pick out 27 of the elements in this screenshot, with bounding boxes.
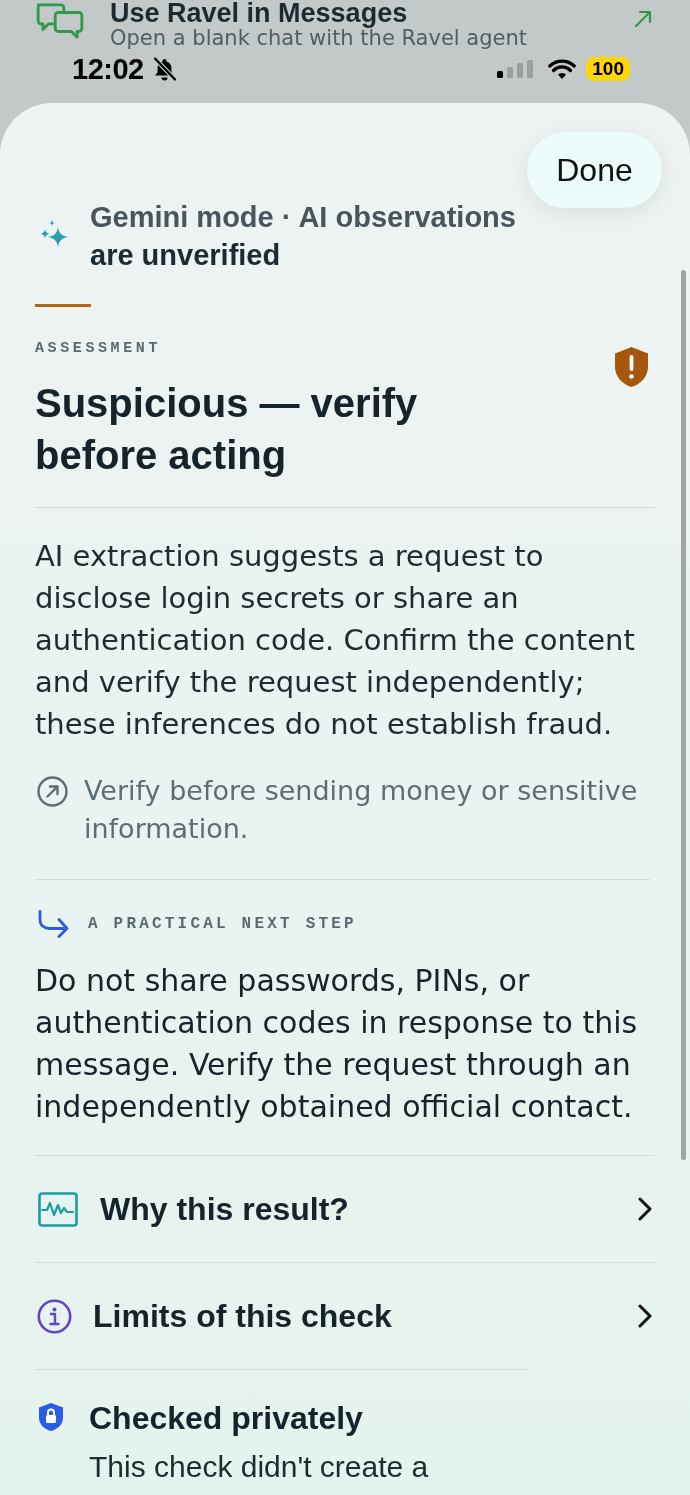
- pulse-chart-icon: [38, 1191, 78, 1227]
- curved-arrow-icon: [37, 910, 70, 938]
- info-icon: [37, 1298, 72, 1334]
- disclosure-row[interactable]: Limits of this check: [35, 1263, 655, 1369]
- signal-bars-icon: [497, 60, 535, 78]
- battery-level: 100: [586, 57, 630, 81]
- shield-lock-icon: [38, 1402, 64, 1432]
- chat-bubbles-icon: [35, 2, 85, 40]
- verdict-title: Suspicious — verify before acting: [35, 380, 419, 479]
- mode-note: are unverified: [90, 238, 282, 273]
- disclosure-row[interactable]: Why this result?: [35, 1156, 655, 1262]
- section-label: A PRACTICAL NEXT STEP: [88, 914, 357, 934]
- summary-text: AI extraction suggests a request to disclose login secrets or share an authentication code. Confirm the content and verify the request independently; these inferences do not establish fraud.: [35, 538, 636, 743]
- accent-rule: [35, 304, 91, 307]
- privacy-title: Checked privately: [89, 1399, 364, 1438]
- next-step-text: Do not share passwords, PINs, or authentication codes in response to this message. Verify the request through an independently obtained official contact.: [35, 962, 639, 1126]
- mode-label: Gemini mode · AI observations: [90, 200, 516, 235]
- shield-exclamation-icon: [613, 346, 650, 388]
- privacy-text: This check didn't create a: [89, 1449, 429, 1485]
- arrow-up-right-icon: [634, 10, 652, 28]
- status-time: 12:02: [72, 53, 144, 85]
- chevron-right-icon: [638, 1197, 652, 1221]
- wifi-icon: [548, 59, 577, 79]
- done-button[interactable]: Done: [527, 132, 662, 208]
- tip-text: Verify before sending money or sensitive information.: [84, 774, 639, 846]
- chevron-right-icon: [638, 1304, 652, 1328]
- section-label: ASSESSMENT: [35, 339, 162, 359]
